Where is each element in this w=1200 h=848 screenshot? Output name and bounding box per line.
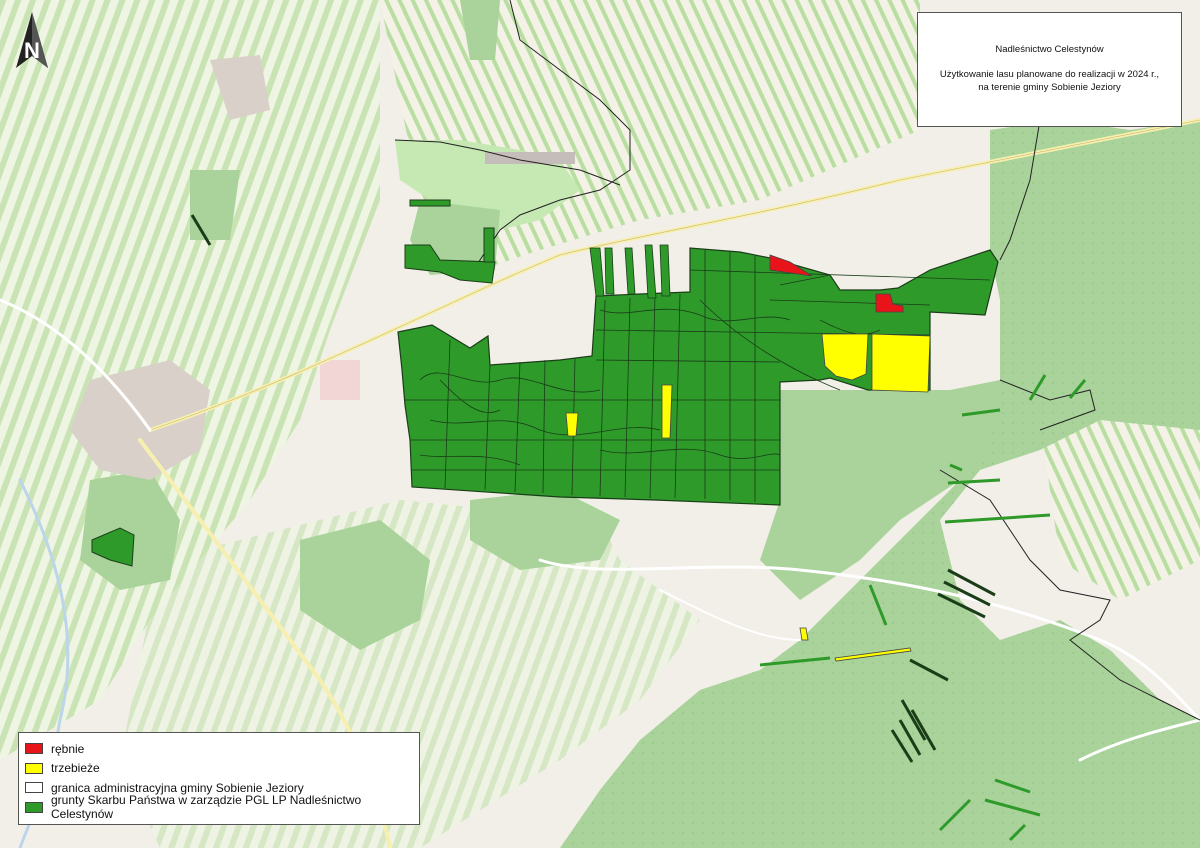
legend-item-state-forest: grunty Skarbu Państwa w zarządzie PGL LP… (25, 793, 419, 821)
title-line-2: Użytkowanie lasu planowane do realizacji… (939, 69, 1160, 93)
legend-item-thinning: trzebieże (25, 759, 419, 779)
map-canvas[interactable] (0, 0, 1200, 848)
legend-swatch-red (25, 743, 43, 755)
north-letter: N (24, 38, 40, 63)
settlement-building (485, 152, 575, 164)
state-forest-strip-b (483, 227, 495, 263)
map-legend: rębnie trzebieże granica administracyjna… (18, 732, 420, 825)
legend-label-clear-cut: rębnie (51, 741, 85, 756)
map-title-box: Nadleśnictwo Celestynów Użytkowanie lasu… (917, 12, 1182, 127)
legend-label-state-forest: grunty Skarbu Państwa w zarządzie PGL LP… (51, 793, 362, 822)
north-arrow-icon: N (16, 12, 48, 68)
legend-swatch-green (25, 801, 43, 813)
legend-item-clear-cut: rębnie (25, 739, 419, 759)
state-forest-strip-a (409, 199, 451, 207)
settlement-pink (320, 360, 360, 400)
title-line-1: Nadleśnictwo Celestynów (995, 44, 1104, 55)
legend-swatch-yellow (25, 762, 43, 774)
legend-swatch-white (25, 782, 43, 794)
legend-label-thinning: trzebieże (51, 761, 100, 776)
